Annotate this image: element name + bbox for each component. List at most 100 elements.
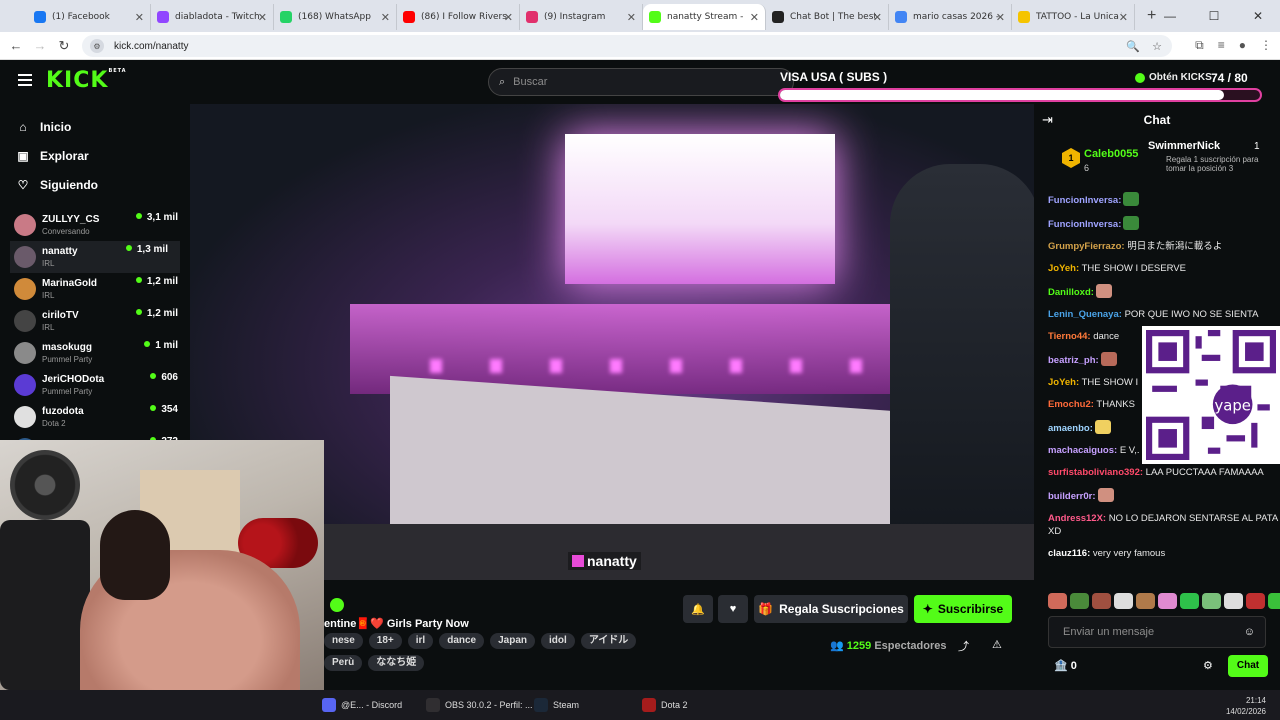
followed-channel[interactable]: MarinaGold IRL 1,2 mil [0,273,190,305]
taskbar-app[interactable]: Steam [534,698,579,712]
url-field[interactable]: ⚙ kick.com/nanatty 🔍 ☆ [82,35,1172,57]
chat-username[interactable]: builderr0r: [1048,491,1096,502]
extensions-icon[interactable]: ⧉ [1195,38,1204,53]
system-clock[interactable]: 21:14 14/02/2026 [1226,695,1266,717]
emote-icon[interactable] [1268,593,1280,609]
send-chat-button[interactable]: Chat [1228,655,1268,677]
followed-channel[interactable]: ciriloTV IRL 1,2 mil [0,305,190,337]
browser-tab[interactable]: nanatty Stream - ✕ [643,4,766,30]
browser-tab[interactable]: (86) I Follow Rivers - ✕ [397,4,520,30]
zoom-icon[interactable]: 🔍 [1126,40,1140,53]
kick-logo[interactable]: KICKBETA [46,68,127,93]
emote-icon[interactable] [1158,593,1177,609]
followed-channel[interactable]: nanatty IRL 1,3 mil [10,241,180,273]
emote-icon[interactable] [1070,593,1089,609]
chat-username[interactable]: FuncionInversa: [1048,219,1121,230]
report-icon[interactable]: ⚠ [992,638,1002,651]
emote-icon[interactable] [1224,593,1243,609]
chat-username[interactable]: clauz116: [1048,548,1090,559]
chat-username[interactable]: Andress12X: [1048,513,1106,524]
menu-hamburger-icon[interactable] [18,74,32,86]
chat-settings-icon[interactable]: ⚙ [1203,659,1213,672]
followed-channel[interactable]: fuzodota Dota 2 354 [0,401,190,433]
emote-icon[interactable] [1048,593,1067,609]
sidebar-nav-explorar[interactable]: ▣ Explorar [0,141,190,170]
back-icon[interactable]: ← [4,38,28,53]
taskbar-app[interactable]: Dota 2 [642,698,688,712]
chat-username[interactable]: machacaiguos: [1048,445,1117,456]
stream-tag[interactable]: irl [407,633,434,649]
browser-tab[interactable]: (1) Facebook ✕ [28,4,151,30]
leaderboard-user[interactable]: SwimmerNick [1148,140,1220,152]
subscribe-button[interactable]: ✦ Suscribirse [914,595,1012,623]
browser-tab[interactable]: Chat Bot | The best C✕ [766,4,889,30]
emote-icon[interactable] [1202,593,1221,609]
chat-username[interactable]: Danilloxd: [1048,287,1094,298]
follow-heart-icon[interactable]: ♥ [718,595,748,623]
minimize-icon[interactable]: — [1148,9,1192,23]
browser-tab[interactable]: diabladota - Twitch ✕ [151,4,274,30]
reload-icon[interactable]: ↻ [52,38,76,54]
emoji-picker-icon[interactable]: ☺ [1244,626,1255,638]
notifications-bell-icon[interactable]: 🔔 [683,595,713,623]
chat-username[interactable]: Lenin_Quenaya: [1048,309,1122,320]
chat-username[interactable]: Tierno44: [1048,331,1091,342]
tab-close-icon[interactable]: ✕ [750,11,759,24]
browser-tab[interactable]: (9) Instagram ✕ [520,4,643,30]
tab-close-icon[interactable]: ✕ [1119,11,1128,24]
tab-close-icon[interactable]: ✕ [627,11,636,24]
followed-channel[interactable]: ZULLYY_CS Conversando 3,1 mil [0,209,190,241]
sidebar-nav-siguiendo[interactable]: ♡ Siguiendo [0,170,190,199]
tab-close-icon[interactable]: ✕ [996,11,1005,24]
profile-icon[interactable]: ● [1239,38,1246,53]
stream-tag[interactable]: ななち姫 [368,655,425,671]
emote-icon[interactable] [1114,593,1133,609]
stream-tag[interactable]: dance [439,633,485,649]
maximize-icon[interactable]: ☐ [1192,9,1236,23]
share-icon[interactable]: ⤴ [958,638,969,654]
stream-tag[interactable]: アイドル [580,633,637,649]
chat-username[interactable]: beatriz_ph: [1048,355,1099,366]
bookmark-star-icon[interactable]: ☆ [1152,40,1162,53]
emote-icon[interactable] [1246,593,1265,609]
chat-username[interactable]: surfistaboliviano392: [1048,467,1143,478]
media-icon[interactable]: ≡ [1218,38,1225,53]
emote-icon[interactable] [1180,593,1199,609]
taskbar-app[interactable]: OBS 30.0.2 - Perfil: ... [426,698,533,712]
chat-username[interactable]: Emochu2: [1048,399,1094,410]
chat-message-input[interactable]: Enviar un mensaje ☺ [1048,616,1266,648]
leaderboard-user[interactable]: Caleb0055 [1084,148,1138,160]
emote-icon[interactable] [1092,593,1111,609]
browser-tab[interactable]: (168) WhatsApp ✕ [274,4,397,30]
sidebar-nav-inicio[interactable]: ⌂ Inicio [0,112,190,141]
followed-channel[interactable]: JeriCHODota Pummel Party 606 [0,369,190,401]
browser-tab[interactable]: TATTOO - La Unica Tr ✕ [1012,4,1135,30]
search-input[interactable]: ⌕ Buscar [488,68,794,96]
kicks-balance[interactable]: 🏦 0 [1054,659,1077,672]
site-info-icon[interactable]: ⚙ [90,39,104,53]
close-window-icon[interactable]: ✕ [1236,9,1280,23]
stream-tag[interactable]: Perù [324,655,363,671]
taskbar-app[interactable]: @E... - Discord [322,698,402,712]
tab-close-icon[interactable]: ✕ [504,11,513,24]
stream-tag[interactable]: 18+ [368,633,402,649]
chat-username[interactable]: JoYeh: [1048,377,1079,388]
stream-tag[interactable]: Japan [490,633,536,649]
menu-icon[interactable]: ⋮ [1260,38,1272,53]
chat-username[interactable]: amaenbo: [1048,423,1093,434]
tab-close-icon[interactable]: ✕ [135,11,144,24]
stream-tag[interactable]: nese [324,633,363,649]
forward-icon[interactable]: → [28,38,52,53]
chat-username[interactable]: FuncionInversa: [1048,195,1121,206]
tab-close-icon[interactable]: ✕ [381,11,390,24]
chat-username[interactable]: JoYeh: [1048,263,1079,274]
chat-username[interactable]: GrumpyFierrazo: [1048,241,1125,252]
emote-icon[interactable] [1136,593,1155,609]
browser-tab[interactable]: mario casas 2026 - B ✕ [889,4,1012,30]
tab-close-icon[interactable]: ✕ [258,11,267,24]
followed-channel[interactable]: masokugg Pummel Party 1 mil [0,337,190,369]
stream-tag[interactable]: idol [541,633,575,649]
get-kicks-button[interactable]: Obtén KICKS [1135,72,1212,83]
gift-subs-button[interactable]: 🎁 Regala Suscripciones [754,595,908,623]
tab-close-icon[interactable]: ✕ [873,11,882,24]
